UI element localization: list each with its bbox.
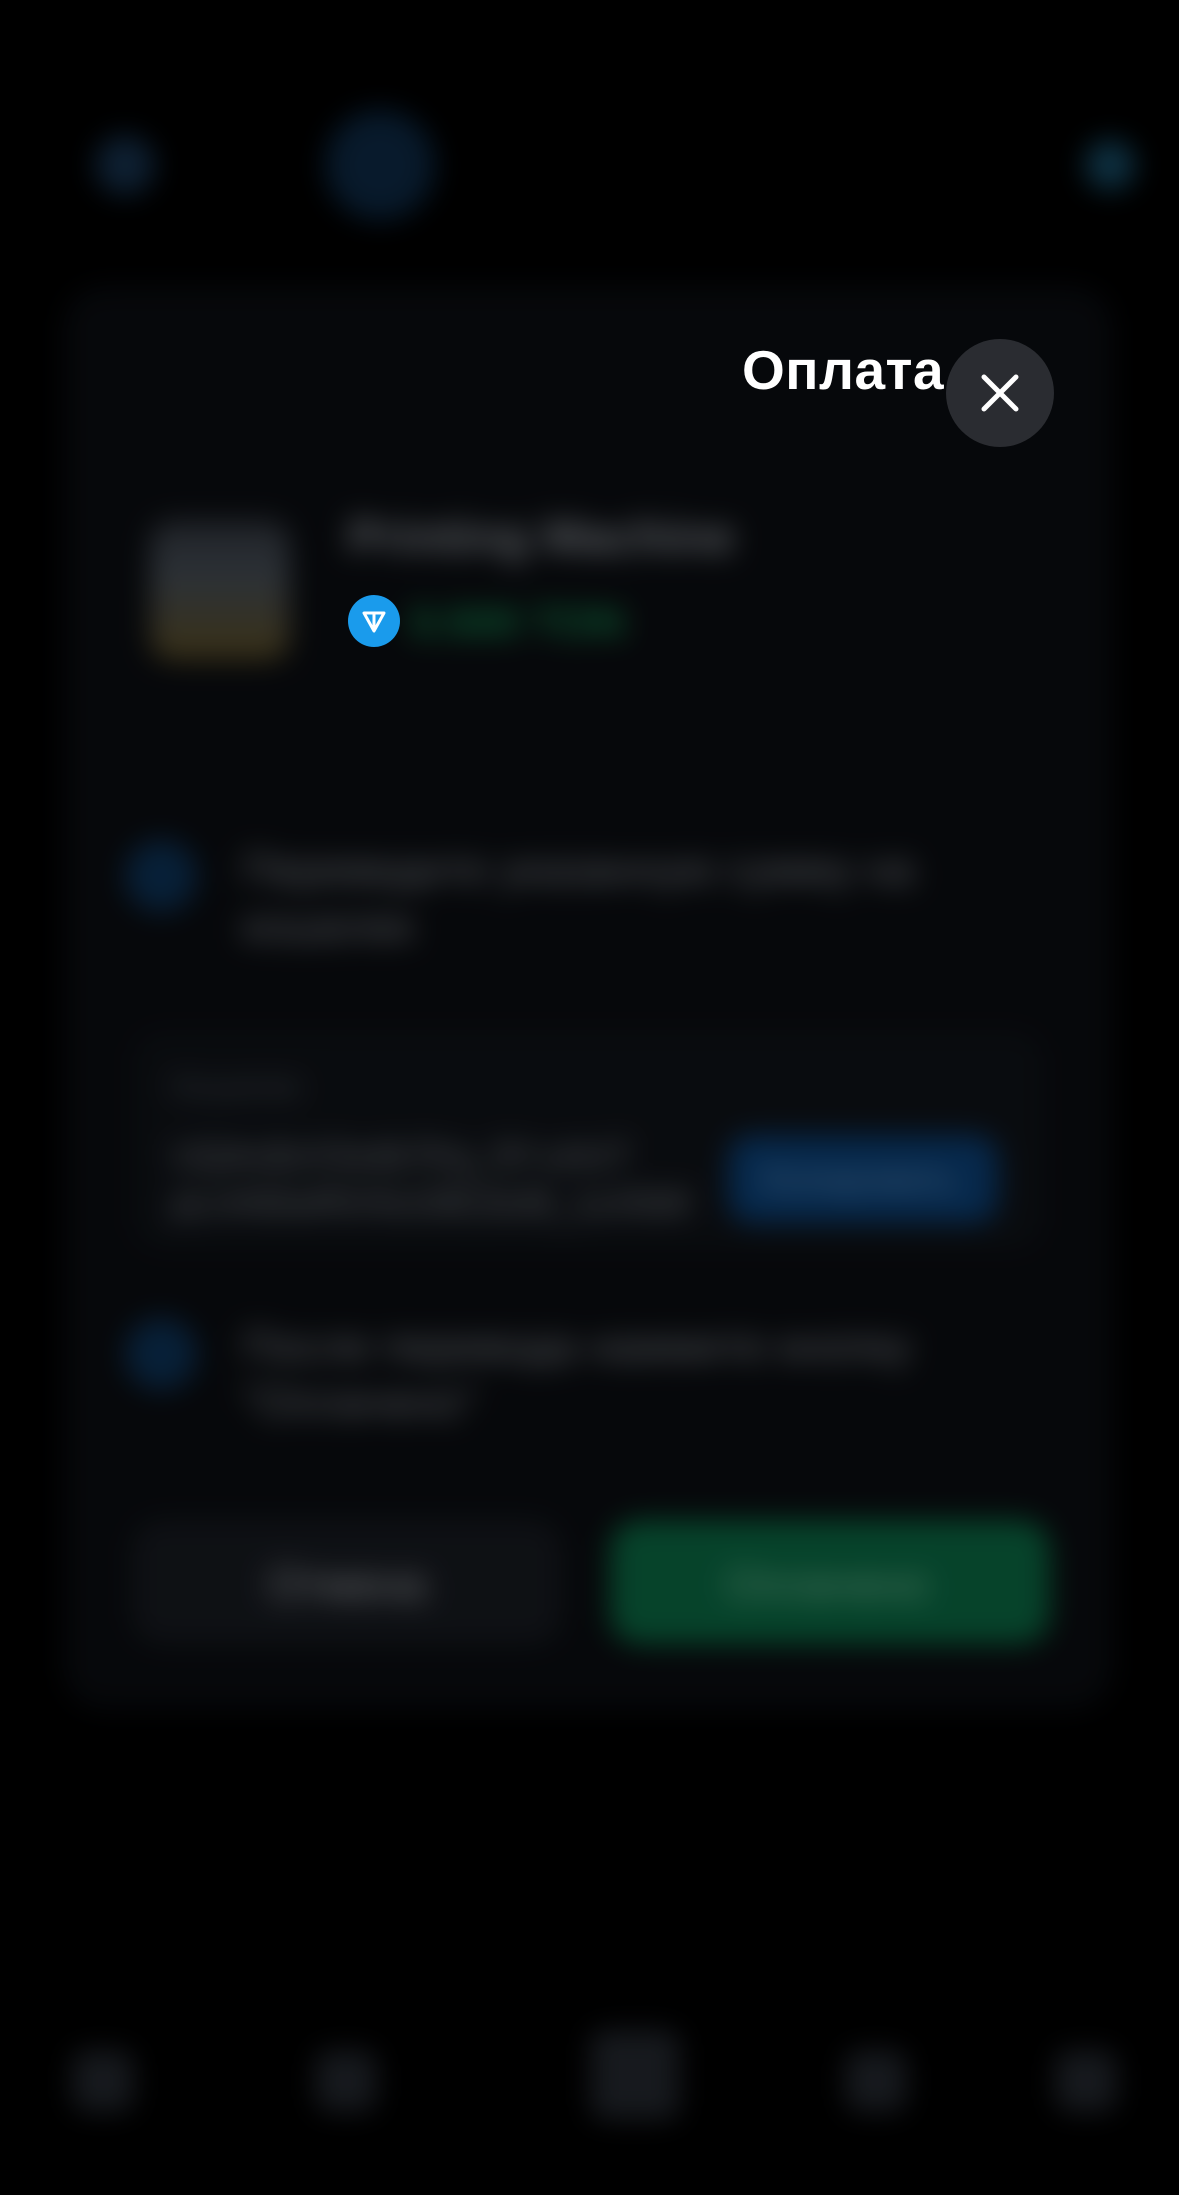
close-icon xyxy=(981,374,1019,412)
wallet-address-line2: pLmN0wRtV5cGfE2dJ8_1uVbW xyxy=(172,1182,691,1223)
avatar-icon xyxy=(95,135,155,195)
step-1-badge xyxy=(125,840,197,912)
tab-second-icon[interactable] xyxy=(315,2050,377,2112)
tab-center-icon[interactable] xyxy=(590,2030,680,2120)
product-image xyxy=(150,520,290,660)
wallet-label: Кошелек xyxy=(172,1068,302,1104)
ton-icon xyxy=(348,595,400,647)
tab-fourth-icon[interactable] xyxy=(845,2050,907,2112)
product-name: Printing Machine xyxy=(348,511,735,564)
step-2-text-line1: После перевода нажмите кнопку xyxy=(242,1322,912,1371)
cancel-button-label: Отмена xyxy=(268,1560,426,1609)
payment-card xyxy=(62,285,1114,1710)
close-button[interactable] xyxy=(946,339,1054,447)
screen: Printing Machine 0.500 TON Переведите ук… xyxy=(0,0,1179,2195)
ton-logo-icon xyxy=(362,611,386,633)
paid-button-label: Оплачено xyxy=(725,1560,929,1609)
step-2-badge xyxy=(125,1318,197,1390)
product-price: 0.500 TON xyxy=(410,598,625,647)
blurred-backdrop: Printing Machine 0.500 TON Переведите ук… xyxy=(0,0,1179,2195)
balance-badge-icon xyxy=(325,110,435,220)
step-1-text-line2: кошелек xyxy=(242,902,414,951)
tab-home-icon[interactable] xyxy=(72,2050,134,2112)
modal-title: Оплата xyxy=(742,339,945,401)
copy-button-label: Копировать xyxy=(762,1158,956,1199)
tab-profile-icon[interactable] xyxy=(1055,2050,1117,2112)
wallet-address-line1: UQAc8zX3s4b7Kq_9Y-uHzT xyxy=(172,1135,631,1176)
wallet-icon xyxy=(1085,140,1135,190)
step-1-text-line1: Переведите указанную сумму на xyxy=(242,845,915,894)
step-2-text-line2: "Оплачено" xyxy=(242,1378,477,1427)
